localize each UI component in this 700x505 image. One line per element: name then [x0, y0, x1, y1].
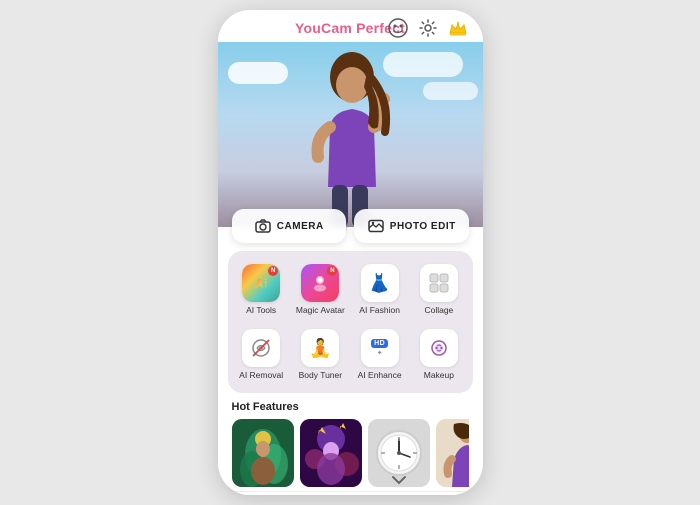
ai-fashion-label: AI Fashion: [359, 305, 400, 315]
magic-avatar-icon: [310, 273, 330, 293]
hot-features-row: [232, 419, 469, 487]
phone-frame: YouCam Perfect: [218, 10, 483, 495]
hot-feature-card-1[interactable]: [232, 419, 294, 487]
tool-ai-removal[interactable]: AI Removal: [234, 324, 289, 385]
tools-section: Ai N AI Tools: [228, 251, 473, 393]
camera-button[interactable]: CAMERA: [232, 209, 347, 243]
ai-enhance-label: AI Enhance: [358, 370, 402, 380]
tools-grid: Ai N AI Tools: [234, 259, 467, 385]
ai-removal-label: AI Removal: [239, 370, 283, 380]
camera-icon: [254, 217, 272, 235]
camera-button-label: CAMERA: [277, 221, 324, 232]
ai-fashion-icon: 👗: [368, 273, 390, 294]
photo-edit-button[interactable]: PHOTO EDIT: [354, 209, 469, 243]
hero-image: [218, 42, 483, 227]
page-wrapper: YouCam Perfect: [0, 0, 700, 505]
hot-feature-card-4[interactable]: [436, 419, 469, 487]
app-title-part1: YouCam: [295, 20, 352, 36]
makeup-icon-wrap: [420, 329, 458, 367]
magic-avatar-label: Magic Avatar: [296, 305, 345, 315]
hd-badge: HD: [371, 339, 388, 348]
tool-collage[interactable]: Collage: [411, 259, 466, 320]
ai-fashion-icon-wrap: 👗: [361, 264, 399, 302]
hf3-image: [368, 419, 430, 487]
ai-tools-icon-wrap: Ai N: [242, 264, 280, 302]
tool-makeup[interactable]: Makeup: [411, 324, 466, 385]
top-bar: YouCam Perfect: [218, 10, 483, 42]
body-tuner-icon-wrap: 🧘: [301, 329, 339, 367]
ai-tools-label: AI Tools: [246, 305, 276, 315]
hot-features-title: Hot Features: [232, 401, 469, 413]
body-tuner-label: Body Tuner: [299, 370, 342, 380]
crown-icon-button[interactable]: [447, 17, 469, 39]
body-tuner-icon: 🧘: [309, 338, 331, 359]
ai-tools-icon: Ai: [255, 276, 268, 291]
collage-label: Collage: [424, 305, 453, 315]
makeup-label: Makeup: [424, 370, 454, 380]
hf2-image: [300, 419, 362, 487]
action-buttons-row: CAMERA PHOTO EDIT: [218, 209, 483, 243]
settings-icon-button[interactable]: [417, 17, 439, 39]
ai-enhance-icon-wrap: HD ✦: [361, 329, 399, 367]
top-icons: [387, 17, 469, 39]
makeup-icon: [428, 337, 450, 359]
nav-bar: [218, 491, 483, 495]
cloud-3: [423, 82, 478, 100]
tool-ai-enhance[interactable]: HD ✦ AI Enhance: [352, 324, 407, 385]
ai-removal-icon: [250, 337, 272, 359]
hf4-image: [436, 419, 469, 487]
photo-edit-button-label: PHOTO EDIT: [390, 221, 456, 232]
hot-features-section: Hot Features: [218, 393, 483, 491]
cloud-1: [228, 62, 288, 84]
tool-ai-fashion[interactable]: 👗 AI Fashion: [352, 259, 407, 320]
collage-icon-wrap: [420, 264, 458, 302]
hot-feature-card-2[interactable]: [300, 419, 362, 487]
ai-removal-icon-wrap: [242, 329, 280, 367]
collage-icon: [428, 272, 450, 294]
ai-enhance-sparkle: ✦: [377, 349, 383, 357]
tool-ai-tools[interactable]: Ai N AI Tools: [234, 259, 289, 320]
ar-icon-button[interactable]: [387, 17, 409, 39]
magic-avatar-icon-wrap: N: [301, 264, 339, 302]
photo-edit-icon: [367, 217, 385, 235]
hot-feature-card-3[interactable]: [368, 419, 430, 487]
tool-body-tuner[interactable]: 🧘 Body Tuner: [293, 324, 348, 385]
person-figure: [300, 47, 400, 227]
hf1-image: [232, 419, 294, 487]
tool-magic-avatar[interactable]: N Magic Avatar: [293, 259, 348, 320]
